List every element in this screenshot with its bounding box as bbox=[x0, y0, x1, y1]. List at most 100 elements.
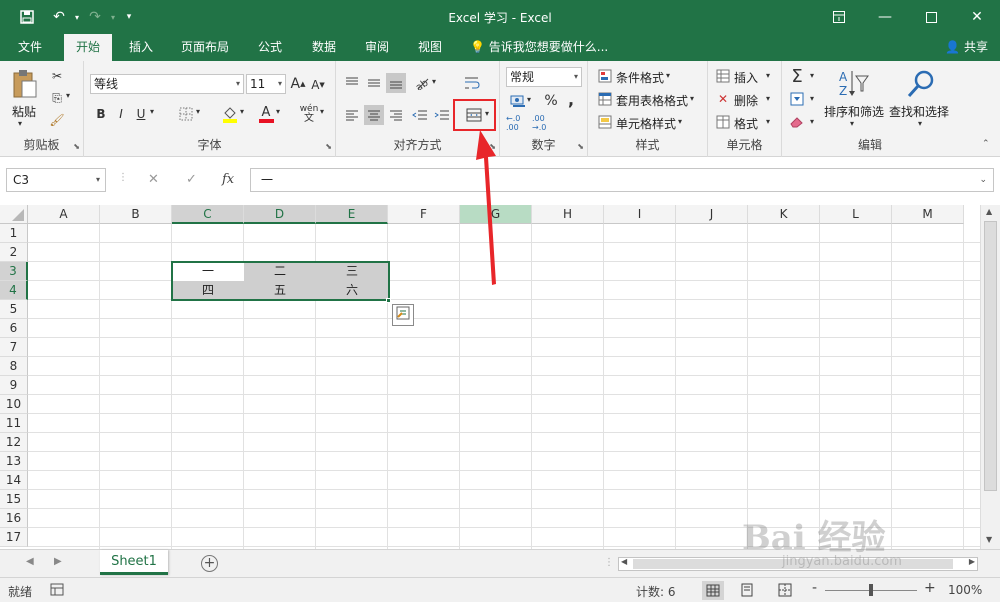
sheet-tab-sheet1[interactable]: Sheet1 bbox=[100, 550, 168, 575]
clear-icon[interactable] bbox=[788, 113, 806, 131]
name-box[interactable]: C3 ▾ bbox=[6, 168, 106, 192]
row-header-9[interactable]: 9 bbox=[0, 376, 28, 395]
zoom-out-button[interactable]: - bbox=[812, 580, 817, 596]
prev-sheet-icon[interactable]: ◀ bbox=[26, 556, 34, 567]
orientation-dropdown-icon[interactable]: ▾ bbox=[432, 77, 436, 86]
format-painter-icon[interactable]: 🖌 bbox=[48, 111, 66, 129]
zoom-in-button[interactable]: + bbox=[924, 580, 936, 596]
paste-label[interactable]: 粘贴 bbox=[12, 103, 36, 120]
tab-view[interactable]: 视图 bbox=[408, 34, 452, 61]
tab-review[interactable]: 审阅 bbox=[355, 34, 399, 61]
format-as-table-icon[interactable] bbox=[596, 90, 614, 108]
format-as-table-label[interactable]: 套用表格格式 bbox=[616, 92, 688, 109]
column-header-m[interactable]: M bbox=[892, 205, 964, 224]
wrap-text-icon[interactable] bbox=[462, 73, 482, 93]
tab-splitter-icon[interactable]: ⋮ bbox=[604, 557, 614, 568]
column-header-d[interactable]: D bbox=[244, 205, 316, 224]
normal-view-icon[interactable] bbox=[702, 581, 724, 600]
formula-input[interactable]: 一 ⌄ bbox=[250, 168, 994, 192]
expand-formula-icon[interactable]: ⌄ bbox=[979, 169, 987, 191]
enter-icon[interactable]: ✓ bbox=[186, 172, 197, 187]
tab-page-layout[interactable]: 页面布局 bbox=[172, 34, 238, 61]
align-left-icon[interactable] bbox=[342, 105, 362, 125]
find-select-label[interactable]: 查找和选择 bbox=[889, 103, 949, 120]
row-header-10[interactable]: 10 bbox=[0, 395, 28, 414]
bold-button[interactable]: B bbox=[92, 105, 110, 123]
font-name-select[interactable]: 等线 ▾ bbox=[90, 74, 244, 94]
borders-dropdown-icon[interactable]: ▾ bbox=[196, 107, 200, 116]
insert-cells-label[interactable]: 插入 bbox=[734, 69, 758, 86]
row-header-12[interactable]: 12 bbox=[0, 433, 28, 452]
accounting-format-icon[interactable] bbox=[508, 91, 528, 111]
font-launcher-icon[interactable]: ⬊ bbox=[325, 142, 332, 151]
column-header-l[interactable]: L bbox=[820, 205, 892, 224]
fill-handle[interactable] bbox=[386, 298, 391, 303]
find-select-dropdown-icon[interactable]: ▾ bbox=[918, 119, 922, 128]
autosum-dropdown-icon[interactable]: ▾ bbox=[810, 71, 814, 80]
column-header-f[interactable]: F bbox=[388, 205, 460, 224]
underline-dropdown-icon[interactable]: ▾ bbox=[150, 107, 154, 116]
increase-decimal-button[interactable]: ←.0 .00 bbox=[506, 113, 528, 133]
macro-record-icon[interactable] bbox=[50, 583, 64, 599]
tell-me-box[interactable]: 💡 告诉我您想要做什么... bbox=[470, 34, 608, 61]
font-color-button[interactable]: A bbox=[256, 103, 276, 125]
middle-align-icon[interactable] bbox=[364, 73, 384, 93]
row-header-7[interactable]: 7 bbox=[0, 338, 28, 357]
grow-font-button[interactable]: A ▲ bbox=[290, 75, 306, 93]
phonetic-button[interactable]: wén 文 bbox=[298, 103, 320, 125]
copy-dropdown-icon[interactable]: ▾ bbox=[66, 91, 70, 100]
format-dropdown-icon[interactable]: ▾ bbox=[766, 117, 770, 126]
align-center-icon[interactable] bbox=[364, 105, 384, 125]
decrease-decimal-button[interactable]: .00 →.0 bbox=[532, 113, 554, 133]
number-launcher-icon[interactable]: ⬊ bbox=[577, 142, 584, 151]
insert-dropdown-icon[interactable]: ▾ bbox=[766, 71, 770, 80]
phonetic-dropdown-icon[interactable]: ▾ bbox=[320, 107, 324, 116]
add-sheet-button[interactable]: + bbox=[201, 555, 218, 572]
insert-function-icon[interactable]: fx bbox=[222, 172, 234, 187]
row-header-11[interactable]: 11 bbox=[0, 414, 28, 433]
column-header-b[interactable]: B bbox=[100, 205, 172, 224]
column-header-e[interactable]: E bbox=[316, 205, 388, 224]
decrease-indent-icon[interactable] bbox=[410, 105, 430, 125]
row-header-15[interactable]: 15 bbox=[0, 490, 28, 509]
row-header-5[interactable]: 5 bbox=[0, 300, 28, 319]
percent-button[interactable]: % bbox=[542, 91, 560, 111]
cell-styles-label[interactable]: 单元格样式 bbox=[616, 115, 676, 132]
next-sheet-icon[interactable]: ▶ bbox=[54, 556, 62, 567]
cancel-icon[interactable]: ✕ bbox=[148, 172, 159, 187]
top-align-icon[interactable] bbox=[342, 73, 362, 93]
maximize-icon[interactable] bbox=[908, 0, 954, 34]
conditional-dropdown-icon[interactable]: ▾ bbox=[666, 71, 670, 80]
row-header-6[interactable]: 6 bbox=[0, 319, 28, 338]
row-header-1[interactable]: 1 bbox=[0, 224, 28, 243]
close-icon[interactable]: ✕ bbox=[954, 0, 1000, 34]
row-header-3[interactable]: 3 bbox=[0, 262, 28, 281]
row-header-14[interactable]: 14 bbox=[0, 471, 28, 490]
zoom-level[interactable]: 100% bbox=[948, 583, 982, 597]
bottom-align-icon[interactable] bbox=[386, 73, 406, 93]
column-header-k[interactable]: K bbox=[748, 205, 820, 224]
delete-cells-icon[interactable]: ✕ bbox=[714, 90, 732, 108]
conditional-format-label[interactable]: 条件格式 bbox=[616, 69, 664, 86]
cell-styles-icon[interactable] bbox=[596, 113, 614, 131]
ribbon-display-icon[interactable] bbox=[816, 0, 862, 34]
find-select-icon[interactable] bbox=[904, 67, 938, 101]
column-header-c[interactable]: C bbox=[172, 205, 244, 224]
delete-cells-label[interactable]: 删除 bbox=[734, 92, 758, 109]
fill-icon[interactable] bbox=[788, 90, 806, 108]
borders-icon[interactable] bbox=[176, 105, 196, 123]
scroll-left-icon[interactable]: ◀ bbox=[621, 557, 627, 566]
clear-dropdown-icon[interactable]: ▾ bbox=[810, 117, 814, 126]
clipboard-launcher-icon[interactable]: ⬊ bbox=[73, 142, 80, 151]
align-right-icon[interactable] bbox=[386, 105, 406, 125]
row-header-17[interactable]: 17 bbox=[0, 528, 28, 547]
underline-button[interactable]: U bbox=[132, 105, 150, 123]
minimize-icon[interactable]: — bbox=[862, 0, 908, 34]
row-header-16[interactable]: 16 bbox=[0, 509, 28, 528]
autosum-button[interactable]: Σ bbox=[788, 65, 806, 87]
row-header-4[interactable]: 4 bbox=[0, 281, 28, 300]
vertical-scroll-thumb[interactable] bbox=[984, 221, 997, 491]
format-table-dropdown-icon[interactable]: ▾ bbox=[690, 94, 694, 103]
tab-data[interactable]: 数据 bbox=[302, 34, 346, 61]
font-color-dropdown-icon[interactable]: ▾ bbox=[276, 107, 280, 116]
